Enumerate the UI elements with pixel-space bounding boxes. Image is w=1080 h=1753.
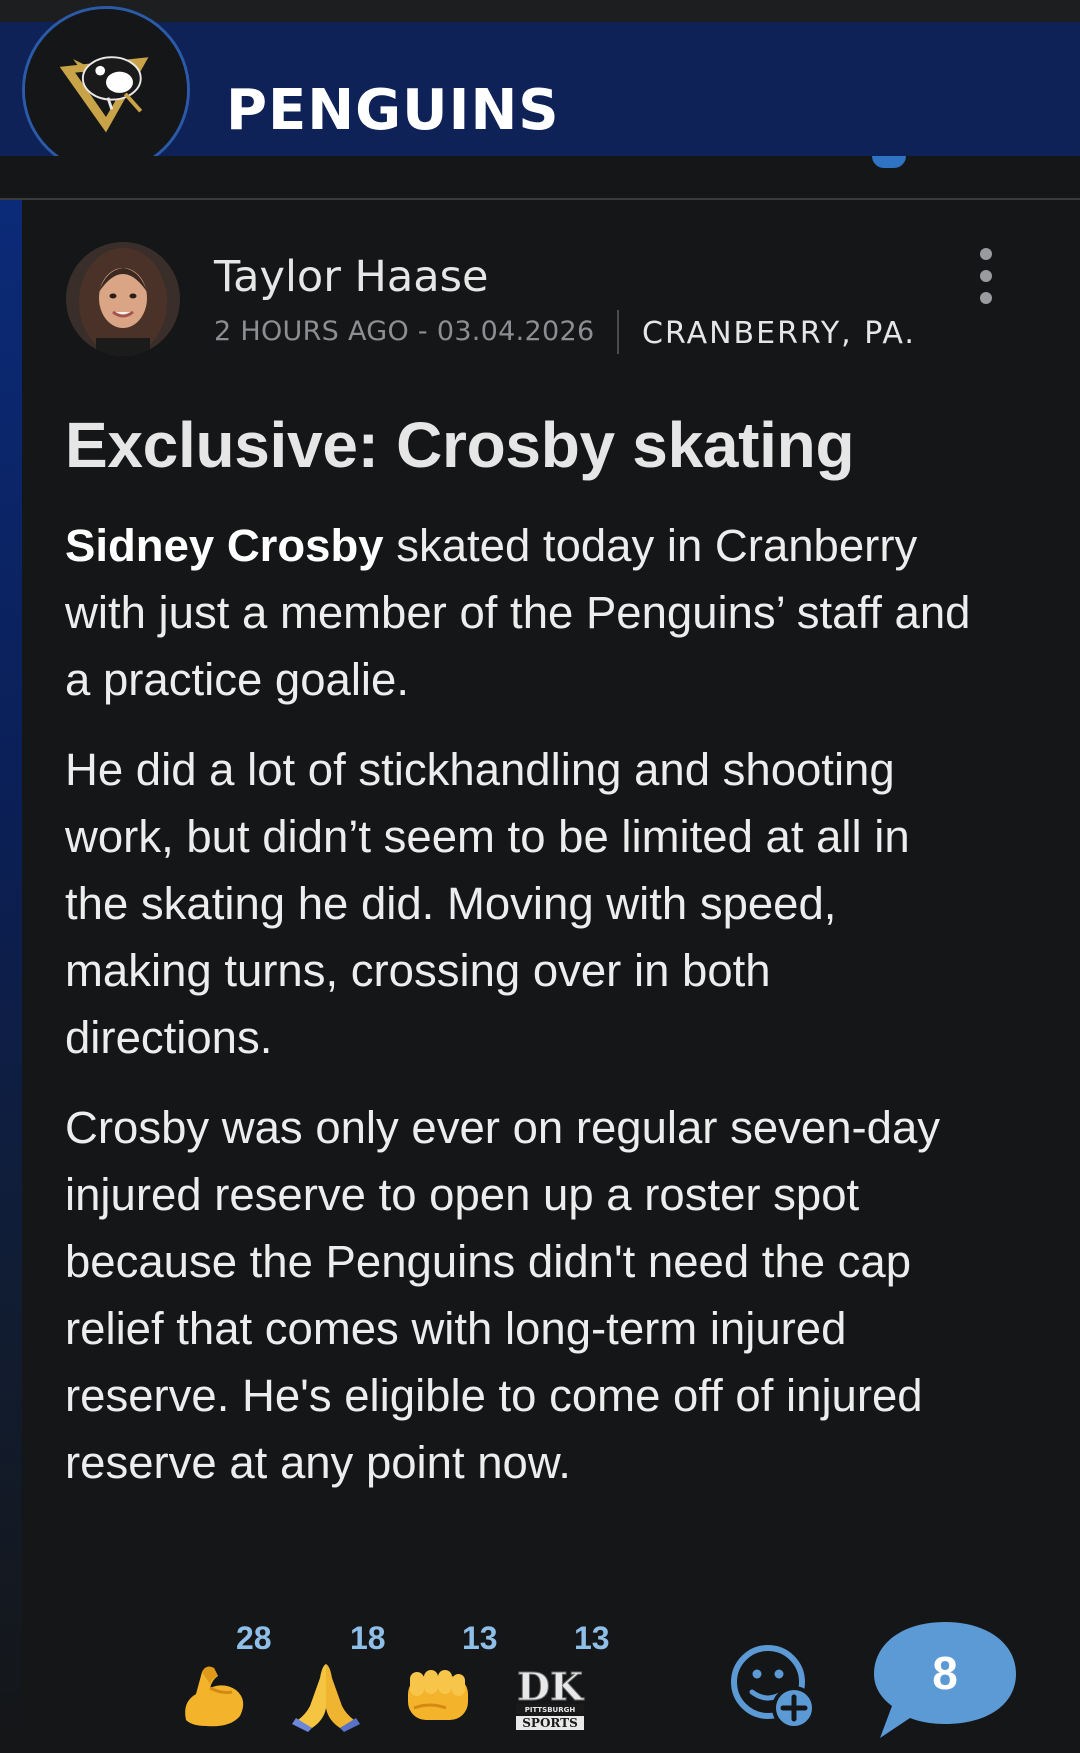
reaction-count: 18 xyxy=(350,1620,386,1656)
post-body: Sidney Crosby skated today in Cranberry … xyxy=(65,512,985,1519)
reaction-folded-hands[interactable]: 18 xyxy=(288,1610,386,1740)
svg-text:SPORTS: SPORTS xyxy=(522,1716,578,1730)
reaction-count: 13 xyxy=(462,1620,498,1656)
comments-button[interactable]: 8 xyxy=(870,1618,1020,1742)
svg-text:DK: DK xyxy=(517,1664,585,1709)
reaction-count: 13 xyxy=(574,1620,610,1656)
menu-dot xyxy=(980,270,992,282)
reaction-dk-pittsburgh-sports[interactable]: 13 DK PITTSBURGH SPORTS xyxy=(512,1610,610,1740)
paragraph: He did a lot of stickhandling and shooti… xyxy=(65,736,985,1071)
paragraph: Crosby was only ever on regular seven-da… xyxy=(65,1094,985,1496)
reaction-count: 28 xyxy=(236,1620,272,1656)
menu-dot xyxy=(980,292,992,304)
post-headline: Exclusive: Crosby skating xyxy=(65,409,855,481)
post-timestamp: 2 HOURS AGO - 03.04.2026 xyxy=(214,316,595,347)
paragraph-text: Crosby was only ever on regular seven-da… xyxy=(65,1102,941,1488)
meta-divider xyxy=(617,310,619,354)
add-reaction-icon[interactable] xyxy=(728,1640,820,1732)
author-name[interactable]: Taylor Haase xyxy=(214,252,488,302)
paragraph-bold[interactable]: Sidney Crosby xyxy=(65,520,384,571)
dk-pittsburgh-sports-icon: DK PITTSBURGH SPORTS xyxy=(512,1658,588,1734)
oncoming-fist-icon xyxy=(400,1658,476,1734)
status-strip xyxy=(0,0,1080,22)
reaction-oncoming-fist[interactable]: 13 xyxy=(400,1610,498,1740)
avatar[interactable] xyxy=(66,242,180,356)
penguins-logo-icon[interactable] xyxy=(22,6,190,174)
more-options-icon[interactable] xyxy=(972,248,1000,304)
scroll-indicator xyxy=(872,156,906,168)
flexed-biceps-icon xyxy=(176,1658,252,1734)
menu-dot xyxy=(980,248,992,260)
post-accent-bar xyxy=(0,200,22,1753)
post-location: CRANBERRY, PA. xyxy=(642,316,916,351)
comment-count: 8 xyxy=(932,1647,958,1699)
section-divider xyxy=(0,156,1080,200)
paragraph: Sidney Crosby skated today in Cranberry … xyxy=(65,512,985,713)
folded-hands-icon xyxy=(288,1658,364,1734)
reaction-flexed-biceps[interactable]: 28 xyxy=(176,1610,272,1740)
svg-text:PITTSBURGH: PITTSBURGH xyxy=(525,1706,576,1714)
team-name: PENGUINS xyxy=(226,78,560,143)
paragraph-text: He did a lot of stickhandling and shooti… xyxy=(65,744,910,1063)
